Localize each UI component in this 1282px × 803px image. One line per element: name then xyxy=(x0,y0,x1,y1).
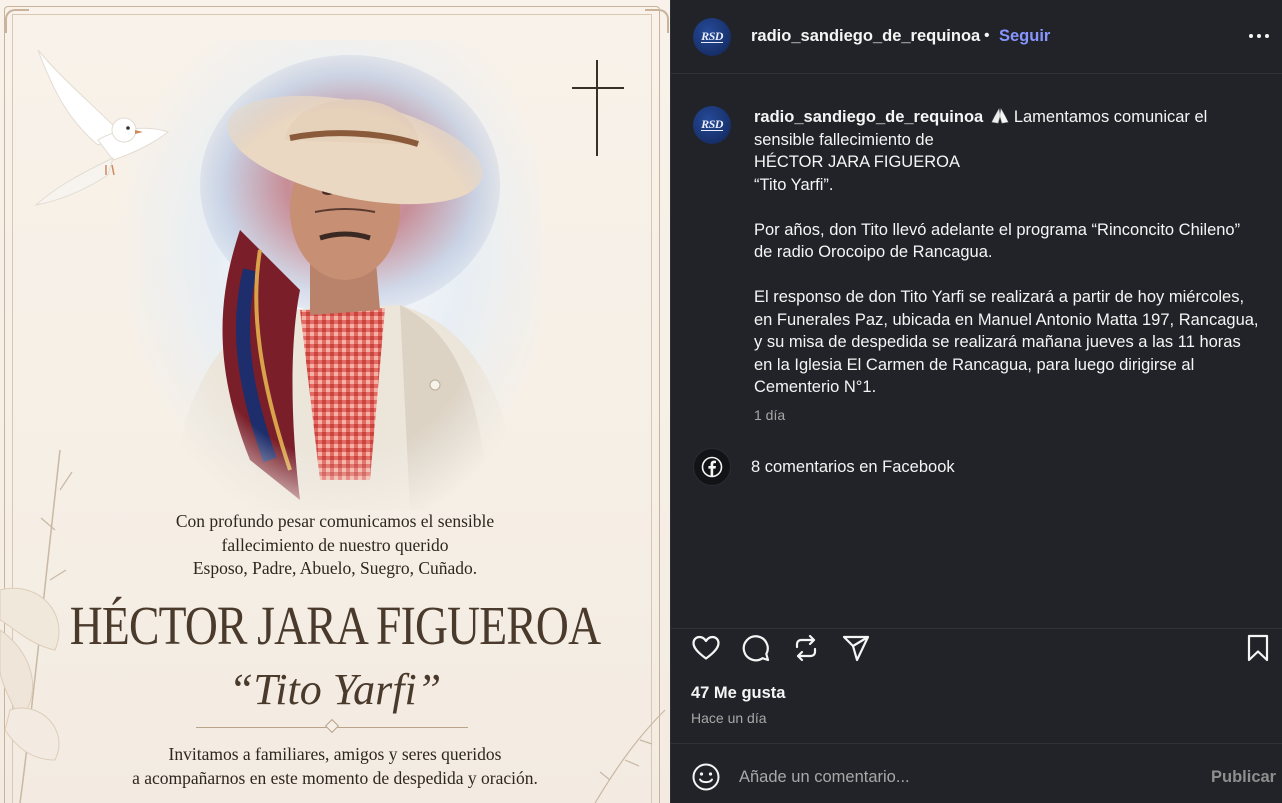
instagram-post-viewer: Con profundo pesar comunicamos el sensib… xyxy=(0,0,1282,803)
intro-line: Con profundo pesar comunicamos el sensib… xyxy=(175,511,495,531)
comment-input[interactable] xyxy=(739,764,1179,790)
post-image-memorial-card: Con profundo pesar comunicamos el sensib… xyxy=(0,0,670,803)
post-details-panel: RSD radio_sandiego_de_requinoa • Seguir … xyxy=(670,0,1282,803)
facebook-comments-count: 8 comentarios en Facebook xyxy=(751,457,955,476)
post-caption: radio_sandiego_de_requinoa Lamentamos co… xyxy=(754,106,1279,399)
intro-line: Esposo, Padre, Abuelo, Suegro, Cuñado. xyxy=(192,558,478,578)
follow-button[interactable]: Seguir xyxy=(999,27,1050,46)
portrait-man-with-hat xyxy=(170,95,520,510)
share-send-icon[interactable] xyxy=(841,633,873,665)
more-options-icon[interactable] xyxy=(1249,26,1273,46)
caption-line: de radio Orocoipo de Rancagua. xyxy=(754,243,993,261)
caption-line: en la Iglesia El Carmen de Rancagua, par… xyxy=(754,355,1195,374)
intro-line: fallecimiento de nuestro querido xyxy=(221,534,449,555)
caption-avatar[interactable]: RSD xyxy=(693,106,731,144)
caption-text: Lamentamos comunicar el xyxy=(1013,108,1208,126)
repost-icon[interactable] xyxy=(791,633,823,665)
likes-count[interactable]: 47 Me gusta xyxy=(691,684,785,703)
invitation-text: Invitamos a familiares, amigos y seres q… xyxy=(0,743,670,790)
avatar-logo-text: RSD xyxy=(701,117,723,131)
post-header: RSD radio_sandiego_de_requinoa • Seguir xyxy=(671,0,1282,74)
save-bookmark-icon[interactable] xyxy=(1243,633,1275,665)
invite-line: a acompañarnos en este momento de desped… xyxy=(132,767,538,788)
caption-line: en Funerales Paz, ubicada en Manuel Anto… xyxy=(754,310,1259,329)
caption-username-link[interactable]: radio_sandiego_de_requinoa xyxy=(754,108,983,126)
condolence-intro: Con profundo pesar comunicamos el sensib… xyxy=(0,510,670,581)
caption-timestamp[interactable]: 1 día xyxy=(754,407,785,423)
post-actions-bar xyxy=(671,628,1282,668)
dove-illustration xyxy=(34,49,170,206)
caption-line: HÉCTOR JARA FIGUEROA xyxy=(754,153,960,171)
deceased-name: HÉCTOR JARA FIGUEROA xyxy=(69,595,601,656)
caption-line: sensible fallecimiento de xyxy=(754,130,934,149)
caption-line: “Tito Yarfi”. xyxy=(754,175,834,194)
account-username-link[interactable]: radio_sandiego_de_requinoa xyxy=(751,27,980,46)
cross-icon xyxy=(572,60,624,156)
invite-line: Invitamos a familiares, amigos y seres q… xyxy=(168,744,502,764)
avatar-logo-text: RSD xyxy=(701,29,723,43)
facebook-icon xyxy=(693,448,731,486)
caption-line: Cementerio N°1. xyxy=(754,378,877,396)
emoji-smiley-icon[interactable] xyxy=(691,762,721,792)
add-comment-bar: Publicar xyxy=(671,743,1282,803)
facebook-comments-link[interactable]: 8 comentarios en Facebook xyxy=(693,448,955,486)
praying-hands-icon xyxy=(991,108,1009,124)
caption-line: El responso de don Tito Yarfi se realiza… xyxy=(754,288,1245,306)
separator-dot: • xyxy=(984,27,990,44)
deceased-nickname: “Tito Yarfi” xyxy=(228,665,442,714)
caption-line: Por años, don Tito llevó adelante el pro… xyxy=(754,220,1241,239)
account-avatar[interactable]: RSD xyxy=(693,18,731,56)
comment-bubble-icon[interactable] xyxy=(741,633,773,665)
caption-line: y su misa de despedida se realizará maña… xyxy=(754,333,1241,351)
ornamental-divider xyxy=(196,718,468,734)
publish-comment-button[interactable]: Publicar xyxy=(1211,768,1276,787)
post-timestamp: Hace un día xyxy=(691,710,767,726)
like-heart-icon[interactable] xyxy=(691,633,723,665)
